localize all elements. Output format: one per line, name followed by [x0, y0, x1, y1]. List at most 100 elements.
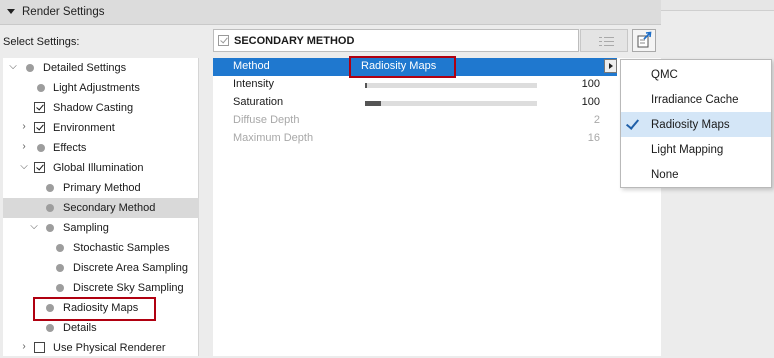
chevron-down-icon[interactable]: ⌵ — [29, 222, 39, 232]
tree-item-label: Light Adjustments — [53, 82, 140, 94]
settings-dot-icon — [26, 64, 34, 72]
settings-dot-icon — [46, 324, 54, 332]
tree-item-label: Detailed Settings — [43, 62, 127, 74]
use-physical-renderer-checkbox[interactable] — [34, 342, 45, 353]
settings-dot-icon — [56, 264, 64, 272]
property-name: Saturation — [233, 96, 284, 108]
settings-dot-icon — [56, 284, 64, 292]
settings-checkbox — [218, 35, 229, 46]
menu-option-irradiance-cache[interactable]: Irradiance Cache — [621, 87, 771, 112]
collapse-triangle-icon[interactable] — [7, 9, 15, 14]
tree-item-stochastic-samples[interactable]: Stochastic Samples — [3, 238, 199, 258]
export-settings-button[interactable] — [632, 29, 656, 52]
chevron-down-icon[interactable]: ⌵ — [8, 62, 18, 72]
tree-item-light-adjustments[interactable]: Light Adjustments — [3, 78, 199, 98]
list-icon-bullet — [599, 41, 602, 42]
settings-tree: ⌵ Detailed Settings Light Adjustments Sh… — [3, 58, 199, 356]
tree-item-secondary-method[interactable]: Secondary Method — [3, 198, 199, 218]
tree-item-shadow-casting[interactable]: Shadow Casting — [3, 98, 199, 118]
tree-item-label: Use Physical Renderer — [53, 342, 166, 354]
select-settings-field[interactable]: SECONDARY METHOD — [213, 29, 579, 52]
header-divider — [661, 10, 774, 11]
property-value: 100 — [581, 96, 600, 108]
tree-item-primary-method[interactable]: Primary Method — [3, 178, 199, 198]
menu-option-light-mapping[interactable]: Light Mapping — [621, 137, 771, 162]
method-value[interactable]: Radiosity Maps — [361, 60, 436, 72]
property-grid: Method Radiosity Maps Intensity 100 Satu… — [213, 58, 661, 356]
tree-item-environment[interactable]: › Environment — [3, 118, 199, 138]
select-settings-label: Select Settings: — [3, 36, 80, 48]
list-icon-line — [604, 41, 614, 42]
property-row-diffuse-depth: Diffuse Depth 2 — [213, 112, 617, 130]
property-row-method[interactable]: Method Radiosity Maps — [213, 58, 617, 76]
tree-item-label: Primary Method — [63, 182, 141, 194]
list-icon-bullet — [599, 37, 602, 38]
tree-item-global-illumination[interactable]: ⌵ Global Illumination — [3, 158, 199, 178]
header-right-strip — [661, 0, 774, 10]
menu-option-qmc[interactable]: QMC — [621, 62, 771, 87]
settings-dot-icon — [56, 244, 64, 252]
property-name: Diffuse Depth — [233, 114, 300, 126]
tree-item-label: Discrete Area Sampling — [73, 262, 188, 274]
property-row-saturation[interactable]: Saturation 100 — [213, 94, 617, 112]
intensity-slider[interactable] — [365, 83, 537, 88]
menu-option-label: QMC — [651, 69, 678, 81]
settings-list-button[interactable] — [580, 29, 628, 52]
dropdown-arrow-icon[interactable] — [604, 59, 617, 73]
settings-dot-icon — [37, 84, 45, 92]
property-name: Intensity — [233, 78, 274, 90]
environment-checkbox[interactable] — [34, 122, 45, 133]
chevron-right-icon[interactable]: › — [19, 342, 29, 352]
tree-item-label: Global Illumination — [53, 162, 144, 174]
tree-item-detailed-settings[interactable]: ⌵ Detailed Settings — [3, 58, 199, 78]
tree-item-label: Stochastic Samples — [73, 242, 170, 254]
tree-item-discrete-area-sampling[interactable]: Discrete Area Sampling — [3, 258, 199, 278]
menu-option-label: Radiosity Maps — [651, 119, 730, 131]
settings-dot-icon — [37, 144, 45, 152]
property-row-maximum-depth: Maximum Depth 16 — [213, 130, 617, 148]
tree-item-label: Environment — [53, 122, 115, 134]
tree-item-discrete-sky-sampling[interactable]: Discrete Sky Sampling — [3, 278, 199, 298]
current-settings-name: SECONDARY METHOD — [234, 35, 355, 47]
tree-item-use-physical-renderer[interactable]: › Use Physical Renderer — [3, 338, 199, 358]
tree-item-label: Sampling — [63, 222, 109, 234]
chevron-right-icon[interactable]: › — [19, 142, 29, 152]
tree-item-sampling[interactable]: ⌵ Sampling — [3, 218, 199, 238]
settings-dot-icon — [46, 304, 54, 312]
chevron-right-icon[interactable]: › — [19, 122, 29, 132]
list-icon-line — [604, 45, 614, 46]
saturation-slider[interactable] — [365, 101, 537, 106]
menu-option-label: None — [651, 169, 679, 181]
property-value: 2 — [593, 114, 600, 126]
checkmark-icon — [625, 116, 640, 130]
chevron-down-icon[interactable]: ⌵ — [19, 162, 29, 172]
tree-item-label: Secondary Method — [63, 202, 156, 214]
slider-fill — [365, 101, 381, 106]
tree-item-effects[interactable]: › Effects — [3, 138, 199, 158]
slider-fill — [365, 83, 367, 88]
property-value: 16 — [587, 132, 600, 144]
property-name: Method — [233, 60, 270, 72]
list-icon-line — [604, 37, 614, 38]
property-name: Maximum Depth — [233, 132, 314, 144]
list-icon-bullet — [599, 45, 602, 46]
property-row-intensity[interactable]: Intensity 100 — [213, 76, 617, 94]
tree-item-label: Shadow Casting — [53, 102, 134, 114]
panel-title: Render Settings — [22, 6, 105, 18]
render-settings-header[interactable]: Render Settings — [0, 0, 661, 25]
tree-item-label: Effects — [53, 142, 87, 154]
settings-dot-icon — [46, 184, 54, 192]
tree-item-details[interactable]: Details — [3, 318, 199, 338]
property-value: 100 — [581, 78, 600, 90]
menu-option-none[interactable]: None — [621, 162, 771, 187]
menu-option-label: Light Mapping — [651, 144, 724, 156]
global-illumination-checkbox[interactable] — [34, 162, 45, 173]
menu-option-label: Irradiance Cache — [651, 94, 739, 106]
tree-item-label: Discrete Sky Sampling — [73, 282, 184, 294]
shadow-casting-checkbox[interactable] — [34, 102, 45, 113]
tree-item-label: Radiosity Maps — [63, 302, 139, 314]
menu-option-radiosity-maps[interactable]: Radiosity Maps — [621, 112, 771, 137]
method-dropdown-menu: QMC Irradiance Cache Radiosity Maps Ligh… — [620, 59, 772, 188]
tree-item-radiosity-maps[interactable]: Radiosity Maps — [3, 298, 199, 318]
settings-dot-icon — [46, 224, 54, 232]
